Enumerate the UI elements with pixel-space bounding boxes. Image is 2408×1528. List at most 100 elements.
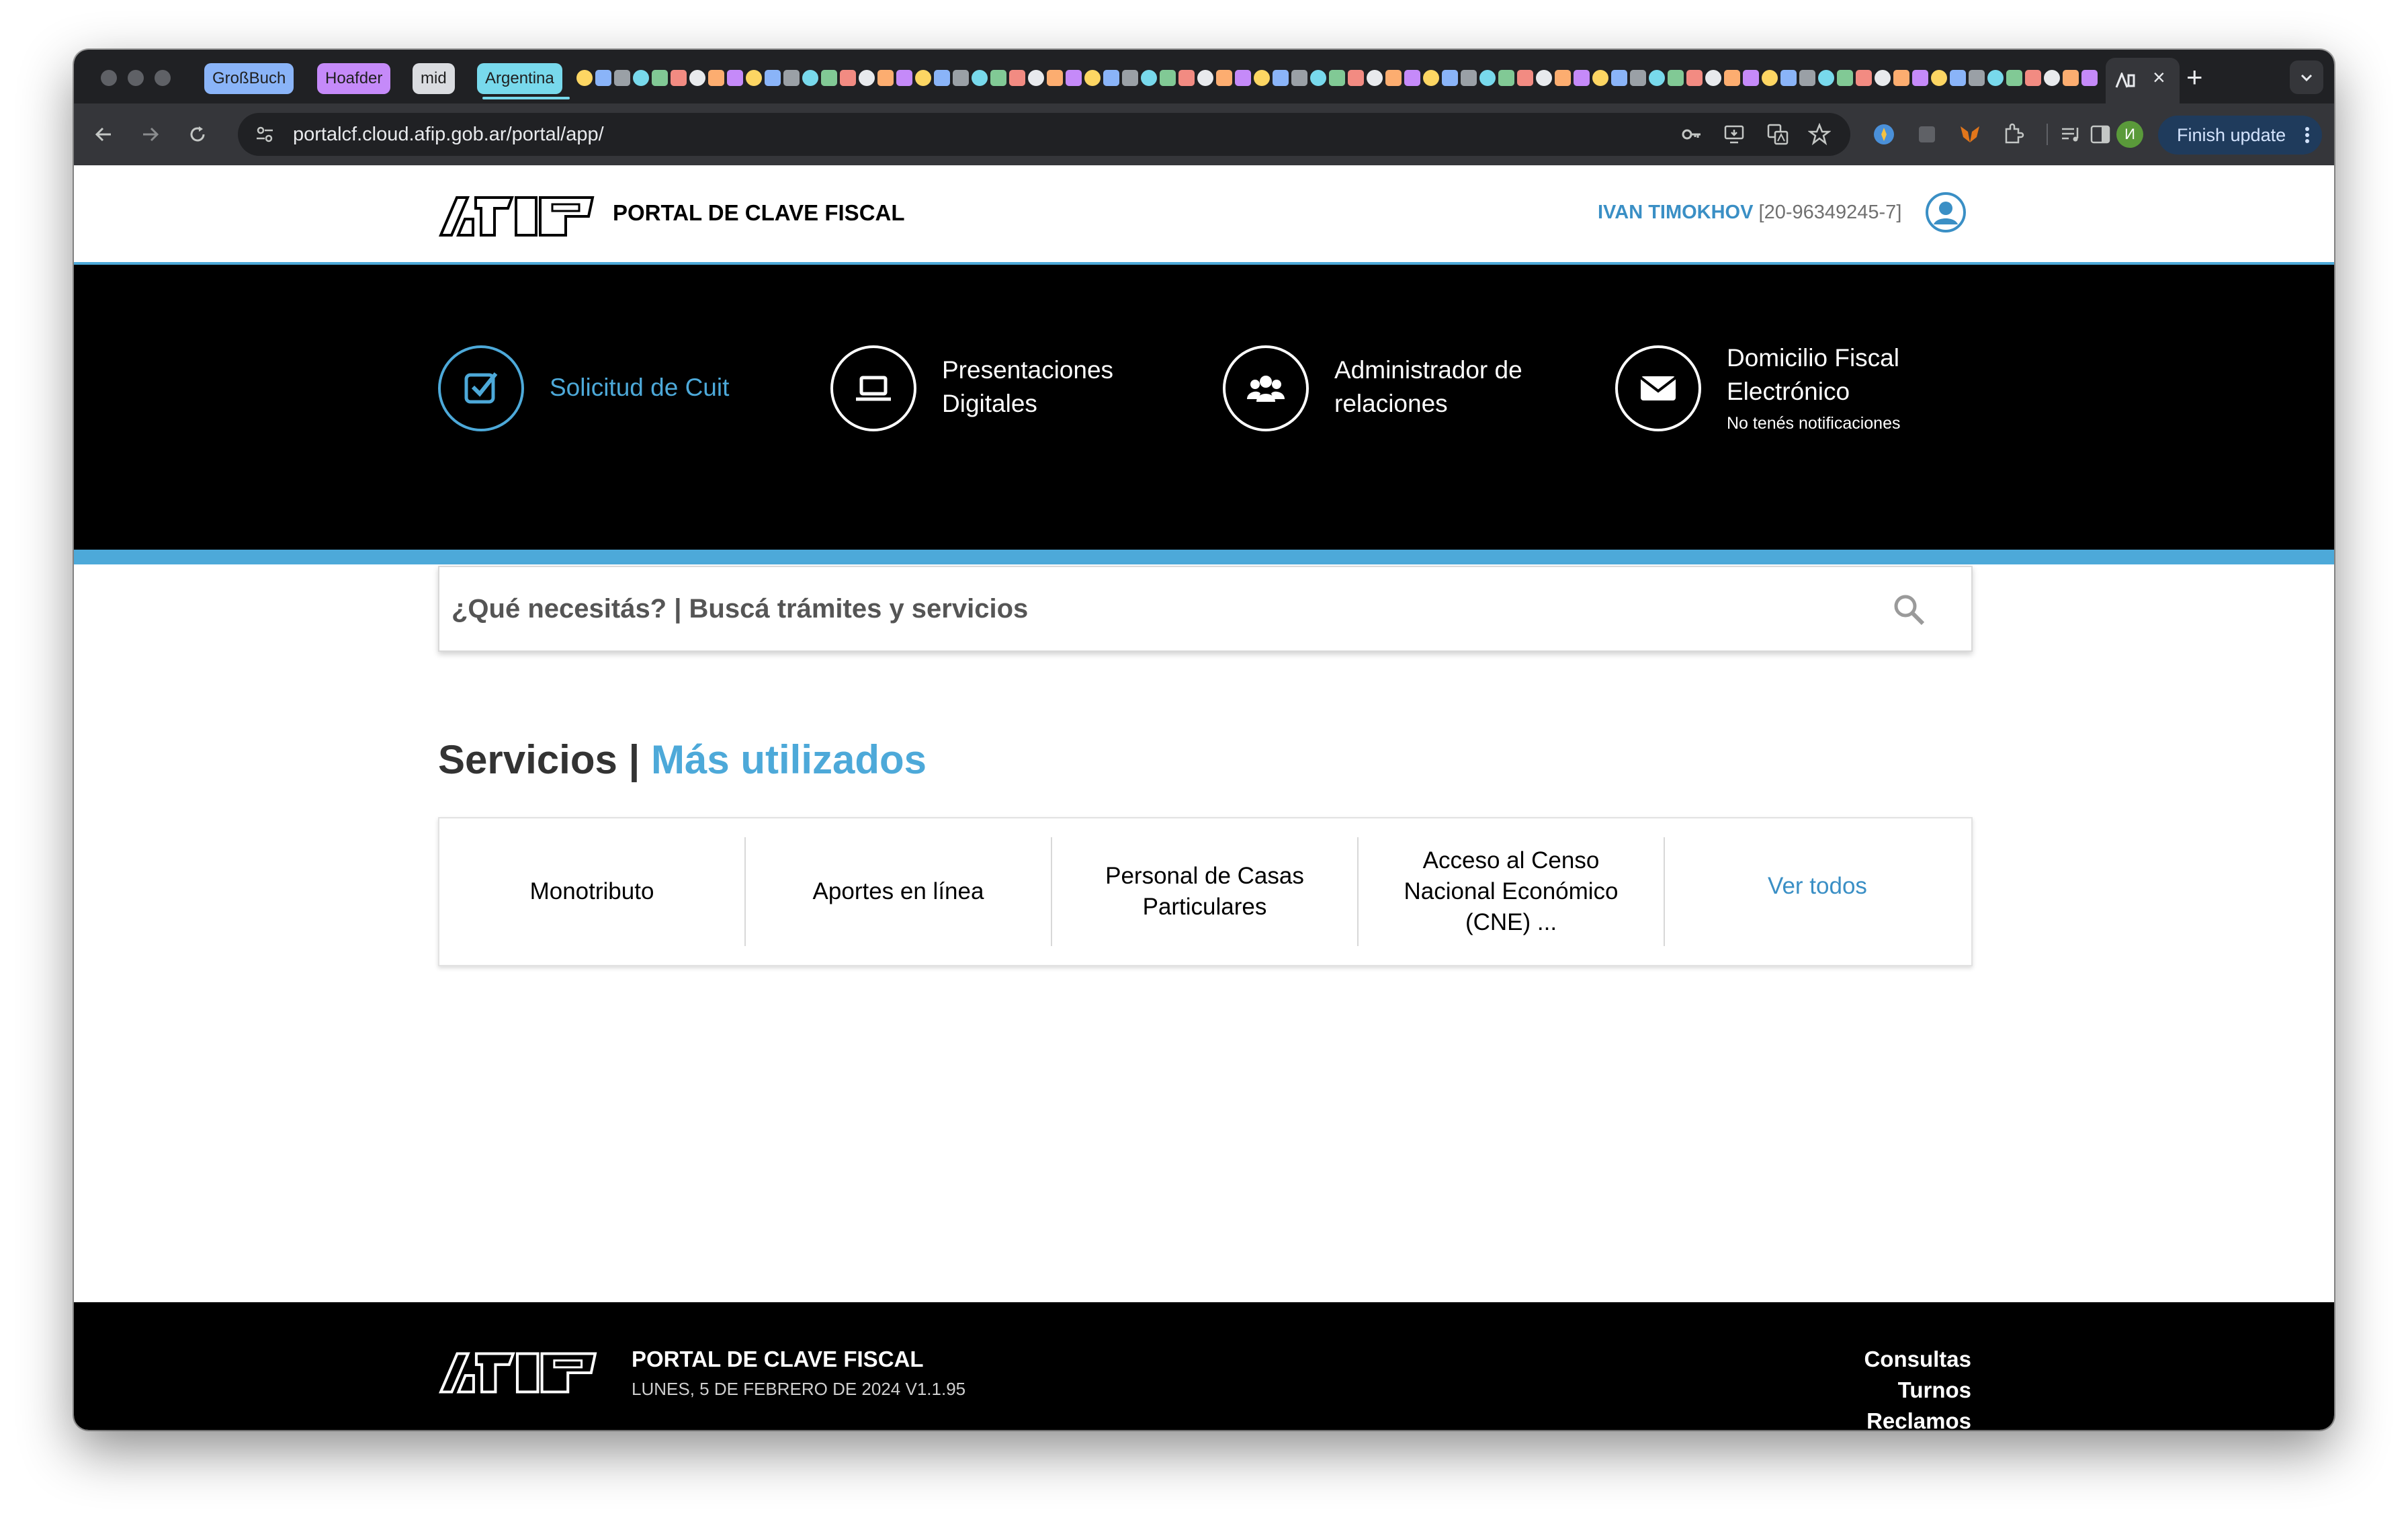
active-tab[interactable] — [2106, 58, 2180, 103]
minimize-window-button[interactable] — [128, 70, 144, 86]
tab-favicon-icon[interactable] — [1028, 70, 1044, 86]
tab-favicon-icon[interactable] — [1818, 70, 1834, 86]
service-aportes-en-linea[interactable]: Aportes en línea — [746, 837, 1051, 946]
tab-favicon-icon[interactable] — [708, 70, 724, 86]
tab-favicon-icon[interactable] — [1160, 70, 1176, 86]
tab-favicon-icon[interactable] — [1273, 70, 1289, 86]
quick-solicitud-cuit[interactable]: Solicitud de Cuit — [438, 345, 801, 437]
tab-favicon-icon[interactable] — [1950, 70, 1966, 86]
tab-favicon-icon[interactable] — [1178, 70, 1195, 86]
side-panel-icon[interactable] — [2087, 121, 2114, 148]
metamask-fox-icon[interactable] — [1956, 121, 1983, 148]
tab-favicon-icon[interactable] — [1630, 70, 1646, 86]
service-censo-nacional-economico[interactable]: Acceso al Censo Nacional Económico (CNE)… — [1359, 837, 1664, 946]
see-all-services-link[interactable]: Ver todos — [1665, 832, 1970, 941]
service-personal-casas-particulares[interactable]: Personal de Casas Particulares — [1052, 837, 1357, 946]
tab-favicon-icon[interactable] — [1216, 70, 1232, 86]
tab-favicon-icon[interactable] — [727, 70, 743, 86]
footer-link-reclamos[interactable]: Reclamos — [1864, 1406, 1971, 1430]
tab-favicon-icon[interactable] — [1141, 70, 1157, 86]
bookmark-star-icon[interactable] — [1807, 122, 1832, 146]
translate-icon[interactable] — [1766, 122, 1790, 146]
tab-favicon-icon[interactable] — [2006, 70, 2022, 86]
afip-footer-logo[interactable] — [438, 1351, 599, 1395]
tab-favicon-icon[interactable] — [1442, 70, 1458, 86]
tab-favicon-icon[interactable] — [1875, 70, 1891, 86]
tab-favicon-icon[interactable] — [1404, 70, 1420, 86]
tab-group-hoafder[interactable]: Hoafder — [317, 63, 391, 94]
search-bar[interactable] — [438, 566, 1973, 652]
tab-favicon-icon[interactable] — [2063, 70, 2079, 86]
url-text[interactable]: portalcf.cloud.afip.gob.ar/portal/app/ — [293, 113, 604, 156]
tab-favicon-icon[interactable] — [934, 70, 950, 86]
tab-favicon-icon[interactable] — [1762, 70, 1778, 86]
tab-favicon-icon[interactable] — [1893, 70, 1909, 86]
user-avatar-icon[interactable] — [1924, 191, 1967, 234]
tab-favicon-icon[interactable] — [633, 70, 649, 86]
tab-favicon-icon[interactable] — [1498, 70, 1514, 86]
tab-group-argentina[interactable]: Argentina — [477, 63, 562, 94]
new-tab-button[interactable]: + — [2186, 59, 2203, 95]
tab-group-mid[interactable]: mid — [413, 63, 455, 94]
tab-group-grossbuch[interactable]: GroßBuch — [204, 63, 294, 94]
maximize-window-button[interactable] — [155, 70, 171, 86]
tab-favicon-icon[interactable] — [840, 70, 856, 86]
tab-favicon-icon[interactable] — [1479, 70, 1496, 86]
tab-favicon-icon[interactable] — [1912, 70, 1928, 86]
tab-favicon-icon[interactable] — [1837, 70, 1853, 86]
address-bar[interactable]: portalcf.cloud.afip.gob.ar/portal/app/ — [238, 113, 1850, 156]
quick-presentaciones-digitales[interactable]: Presentaciones Digitales — [830, 345, 1193, 437]
tab-favicon-icon[interactable] — [1066, 70, 1082, 86]
tab-favicon-icon[interactable] — [802, 70, 818, 86]
tab-favicon-icon[interactable] — [595, 70, 611, 86]
tab-favicon-icon[interactable] — [1517, 70, 1533, 86]
password-key-icon[interactable] — [1680, 122, 1704, 146]
tab-favicon-icon[interactable] — [1084, 70, 1101, 86]
tab-favicon-icon[interactable] — [1724, 70, 1740, 86]
tab-favicon-icon[interactable] — [896, 70, 912, 86]
site-info-icon[interactable] — [253, 122, 277, 146]
tab-favicon-icon[interactable] — [2081, 70, 2098, 86]
tab-favicon-icon[interactable] — [1592, 70, 1608, 86]
tab-favicon-icon[interactable] — [1235, 70, 1251, 86]
tab-favicon-icon[interactable] — [877, 70, 894, 86]
tab-favicon-icon[interactable] — [1780, 70, 1797, 86]
tab-favicon-icon[interactable] — [1329, 70, 1345, 86]
tab-favicon-icon[interactable] — [765, 70, 781, 86]
afip-logo[interactable] — [438, 195, 597, 238]
close-window-button[interactable] — [101, 70, 117, 86]
user-info[interactable]: IVAN TIMOKHOV [20-96349245-7] — [1598, 202, 1901, 224]
tab-favicon-icon[interactable] — [915, 70, 931, 86]
footer-link-consultas[interactable]: Consultas — [1864, 1344, 1971, 1375]
tab-favicon-icon[interactable] — [1649, 70, 1665, 86]
tab-favicon-icon[interactable] — [953, 70, 969, 86]
tab-favicon-icon[interactable] — [1555, 70, 1571, 86]
tab-favicon-icon[interactable] — [652, 70, 668, 86]
tab-favicon-icon[interactable] — [1574, 70, 1590, 86]
tab-favicon-icon[interactable] — [671, 70, 687, 86]
tab-favicon-icon[interactable] — [2044, 70, 2060, 86]
tab-favicon-icon[interactable] — [1987, 70, 2004, 86]
tab-favicon-icon[interactable] — [1254, 70, 1270, 86]
tab-favicon-icon[interactable] — [1047, 70, 1063, 86]
search-input[interactable] — [452, 567, 1876, 650]
extension-grey-icon[interactable] — [1914, 121, 1940, 148]
tab-favicon-icon[interactable] — [783, 70, 800, 86]
back-button[interactable] — [87, 118, 120, 151]
tab-favicon-icon[interactable] — [1743, 70, 1759, 86]
tab-favicon-icon[interactable] — [2025, 70, 2041, 86]
quick-administrador-relaciones[interactable]: Administrador de relaciones — [1223, 345, 1586, 437]
tab-favicon-icon[interactable] — [972, 70, 988, 86]
tab-favicon-icon[interactable] — [689, 70, 705, 86]
footer-link-turnos[interactable]: Turnos — [1864, 1375, 1971, 1406]
close-tab-icon[interactable]: × — [2153, 62, 2165, 93]
tab-favicon-icon[interactable] — [746, 70, 762, 86]
tab-favicon-icon[interactable] — [614, 70, 630, 86]
tab-favicon-icon[interactable] — [1969, 70, 1985, 86]
tab-favicon-icon[interactable] — [1367, 70, 1383, 86]
service-monotributo[interactable]: Monotributo — [439, 837, 744, 946]
extension-compass-icon[interactable] — [1870, 121, 1897, 148]
tab-favicon-icon[interactable] — [1705, 70, 1721, 86]
tab-favicon-icon[interactable] — [1348, 70, 1364, 86]
tab-favicon-icon[interactable] — [1385, 70, 1402, 86]
